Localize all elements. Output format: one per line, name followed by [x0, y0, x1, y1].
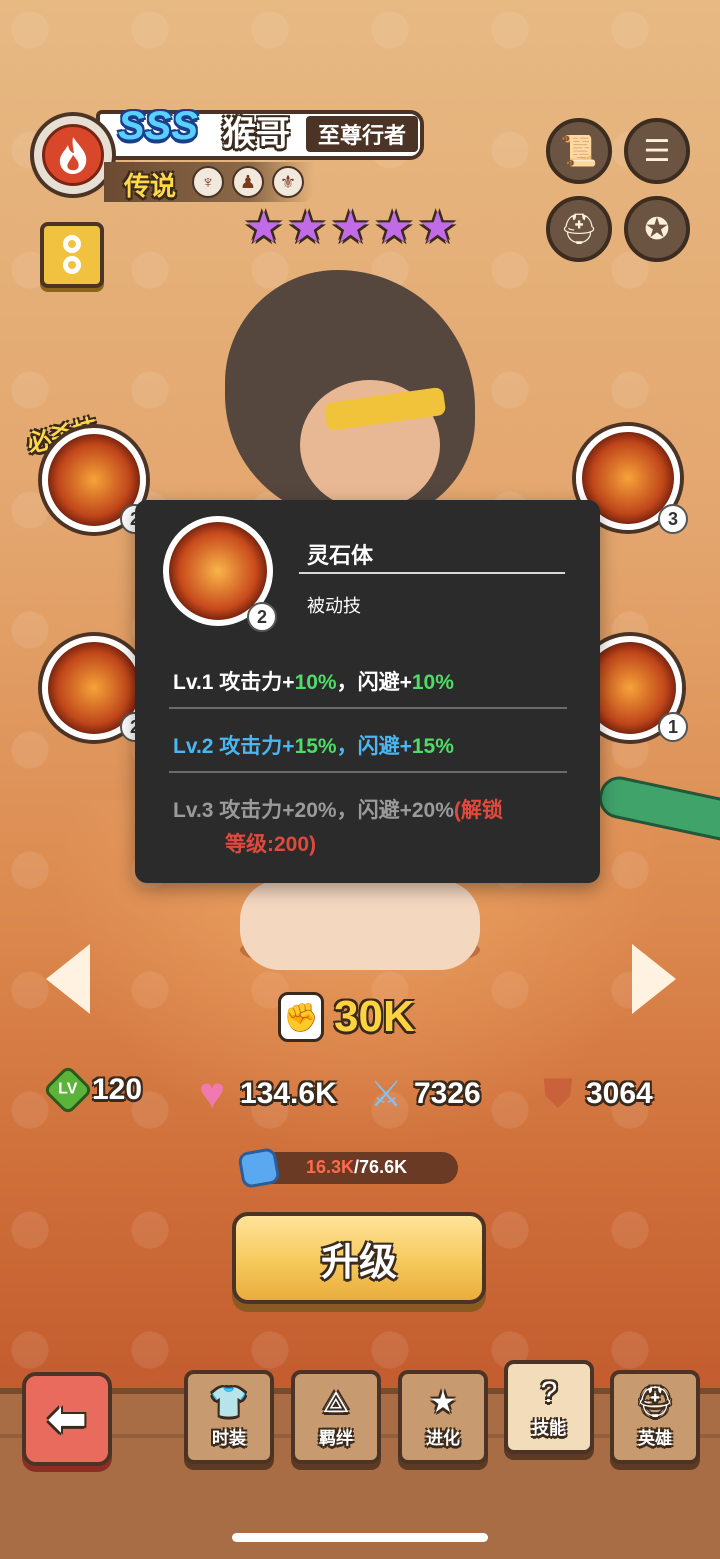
defense-value: 3064 — [586, 1077, 653, 1110]
bond-icon: ⟁ — [322, 1385, 350, 1419]
exp-total: /76.6K — [354, 1157, 408, 1177]
hero-feet — [240, 880, 480, 970]
helmet-swap-button[interactable]: ⛑ — [546, 196, 612, 262]
tab-label: 羁绊 — [319, 1428, 353, 1448]
stat-level: LV 120 — [42, 1064, 143, 1116]
arrow-left-icon: ⬅ — [46, 1393, 88, 1446]
star-icon: ★ — [244, 203, 284, 252]
evolve-star-icon: ★ — [429, 1385, 457, 1419]
level-text: ，闪避+ — [336, 671, 412, 694]
divider — [299, 572, 565, 574]
level-text: ，闪避+ — [336, 735, 412, 758]
skill-type: 被动技 — [307, 596, 361, 616]
star-swap-button[interactable]: ✪ — [624, 196, 690, 262]
class-icon[interactable]: ♟ — [232, 166, 264, 198]
info-icon — [63, 235, 81, 274]
star-icon: ★ — [330, 203, 371, 252]
fire-icon — [42, 124, 104, 186]
costume-icon: 👕 — [210, 1385, 248, 1419]
heart-icon: ♥ — [198, 1069, 226, 1118]
list-icon-button[interactable]: ☰ — [624, 118, 690, 184]
stat-defense: ⛊ 3064 — [536, 1072, 653, 1116]
skill-level-badge: 1 — [658, 712, 688, 742]
tab-skills[interactable]: ? 技能 — [504, 1360, 594, 1454]
tab-label: 时装 — [212, 1428, 246, 1448]
star-icon: ★ — [287, 203, 327, 252]
attack-bonus: 10% — [294, 671, 337, 694]
skill-name: 灵石体 — [307, 543, 374, 568]
level-text: Lv.1 攻击力+ — [173, 671, 295, 694]
attribute-icon[interactable]: ⚜ — [272, 166, 304, 198]
hero-name: 猴哥 — [222, 115, 290, 153]
rarity-label: 传说 — [124, 171, 177, 201]
power-value: 30K — [334, 992, 415, 1041]
stat-attack: ⚔ 7326 — [364, 1072, 481, 1116]
level-text: Lv.2 攻击力+ — [173, 735, 295, 758]
upgrade-button[interactable]: 升级 — [232, 1212, 486, 1304]
tab-label: 进化 — [426, 1428, 460, 1448]
exp-text: 16.3K/76.6K — [306, 1157, 407, 1178]
upgrade-label: 升级 — [320, 1241, 397, 1284]
dodge-bonus: 10% — [411, 671, 454, 694]
home-indicator[interactable] — [232, 1533, 488, 1542]
skill-tooltip: 2 灵石体 被动技 Lv.1 攻击力+10%，闪避+10% Lv.2 攻击力+1… — [135, 500, 600, 883]
attack-bonus: 15% — [294, 735, 337, 758]
hp-value: 134.6K — [240, 1077, 337, 1110]
tab-evolve[interactable]: ★ 进化 — [398, 1370, 488, 1464]
stat-hp: ♥ 134.6K — [190, 1069, 337, 1118]
skill-level-1: Lv.1 攻击力+10%，闪避+10% — [173, 666, 454, 696]
tab-bond[interactable]: ⟁ 羁绊 — [291, 1370, 381, 1464]
helmet-swap-icon: ⛑ — [559, 212, 599, 246]
star-icon: ★ — [417, 203, 458, 252]
skill-level-2: Lv.2 攻击力+15%，闪避+15% — [173, 730, 454, 760]
level-icon: LV — [42, 1064, 94, 1116]
shield-icon: ⛊ — [543, 1072, 573, 1115]
list-icon: ☰ — [643, 134, 671, 168]
tab-label: 技能 — [532, 1418, 566, 1438]
star-icon: ★ — [374, 203, 414, 252]
unlock-requirement: (解锁 — [453, 799, 503, 822]
divider — [169, 771, 567, 773]
tab-heroes[interactable]: ⛑ 英雄 — [610, 1370, 700, 1464]
attack-value: 7326 — [414, 1077, 481, 1110]
fist-icon: ✊ — [278, 992, 324, 1042]
exp-icon — [237, 1146, 281, 1190]
tab-label: 英雄 — [638, 1428, 672, 1448]
scroll-icon-button[interactable]: 📜 — [546, 118, 612, 184]
scroll-icon: 📜 — [560, 134, 598, 168]
star-swap-icon: ✪ — [644, 212, 670, 246]
level-badge-text: LV — [58, 1080, 78, 1098]
skill-level-badge: 3 — [658, 504, 688, 534]
level-value: 120 — [92, 1073, 143, 1106]
hero-rank: SSS — [118, 104, 199, 148]
info-button[interactable] — [40, 222, 104, 288]
star-rating: ★ ★ ★ ★ ★ — [244, 206, 457, 250]
helmet-icon: ⛑ — [635, 1385, 675, 1419]
tab-costume[interactable]: 👕 时装 — [184, 1370, 274, 1464]
divider — [169, 707, 567, 709]
skill-level-3: Lv.3 攻击力+20%，闪避+20%(解锁 — [173, 794, 503, 824]
hero-title: 至尊行者 — [306, 116, 418, 152]
faction-icon[interactable]: ♆ — [192, 166, 224, 198]
combat-power: ✊ 30K — [278, 992, 415, 1042]
level-text: Lv.3 攻击力+20%，闪避+20% — [173, 799, 454, 822]
back-button[interactable]: ⬅ — [22, 1372, 112, 1466]
question-icon: ? — [540, 1375, 558, 1409]
sword-icon: ⚔ — [369, 1073, 403, 1114]
unlock-requirement: 等级:200) — [225, 833, 317, 856]
skill-level-badge: 2 — [247, 602, 277, 632]
dodge-bonus: 15% — [411, 735, 454, 758]
exp-current: 16.3K — [306, 1157, 355, 1177]
